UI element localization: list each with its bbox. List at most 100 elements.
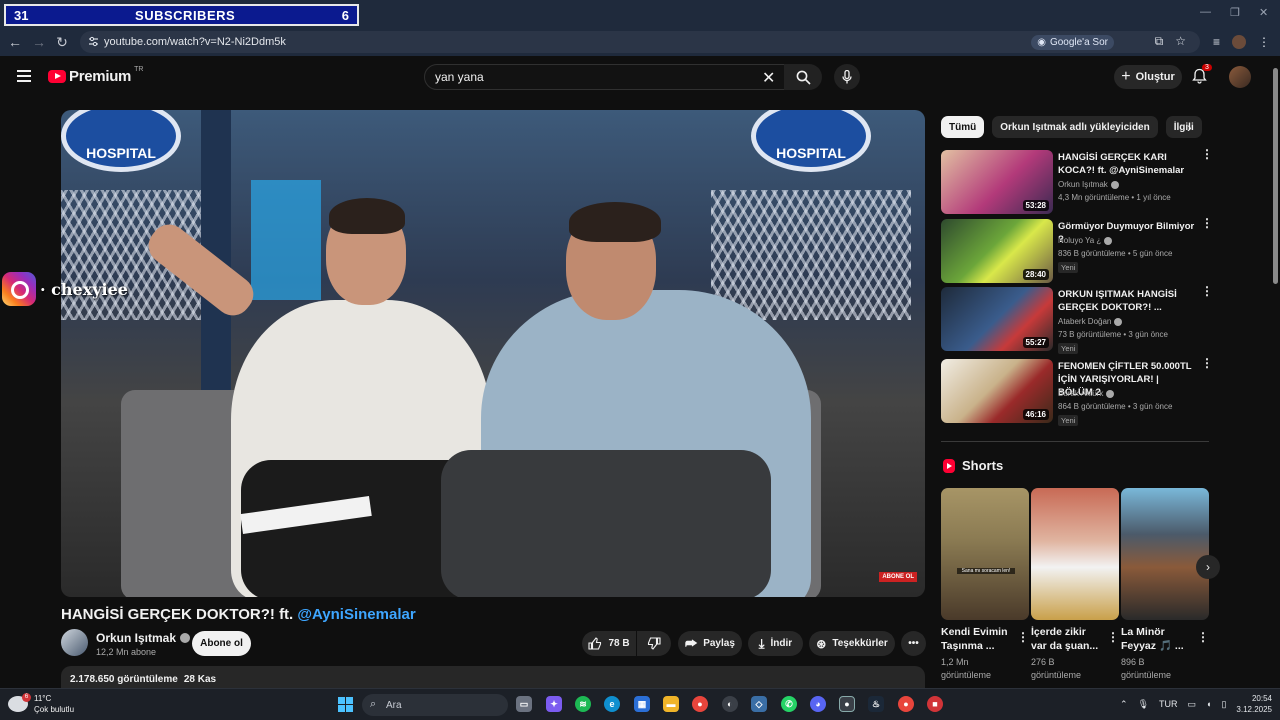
chrome-active-icon[interactable]: ● xyxy=(839,696,855,712)
google-ask-button[interactable]: ◉ Google'a Sor xyxy=(1031,35,1114,50)
scrollbar-thumb[interactable] xyxy=(1273,68,1278,284)
voice-search-button[interactable] xyxy=(834,64,860,90)
youtube-premium-logo[interactable]: Premium TR xyxy=(48,66,143,85)
language-indicator[interactable]: TUR xyxy=(1159,699,1178,709)
more-horizontal-icon: ••• xyxy=(908,638,919,649)
chevron-right-icon[interactable]: › xyxy=(1187,119,1192,135)
kebab-menu-icon[interactable]: ⋮ xyxy=(1197,630,1209,644)
search-button[interactable] xyxy=(784,64,822,90)
steam-icon[interactable]: ♨ xyxy=(868,696,884,712)
short-title[interactable]: Kendi Evimin Taşınma ... xyxy=(941,625,1013,653)
video-title-mention-link[interactable]: @AyniSinemalar xyxy=(297,606,415,623)
kebab-menu-icon[interactable]: ⋮ xyxy=(1201,357,1213,369)
edge-icon[interactable]: e xyxy=(604,696,620,712)
shorts-next-button[interactable]: › xyxy=(1196,555,1220,579)
profile-avatar[interactable] xyxy=(1232,35,1246,49)
more-actions-button[interactable]: ••• xyxy=(901,631,926,656)
thanks-button[interactable]: ⊛ Teşekkürler xyxy=(809,631,895,656)
clear-search-icon[interactable]: ✕ xyxy=(762,68,775,88)
recommendation-channel[interactable]: Orkun Işıtmak xyxy=(1058,180,1119,189)
recorder-icon[interactable]: ■ xyxy=(927,696,943,712)
site-info-icon[interactable] xyxy=(88,36,99,47)
bookmark-star-icon[interactable]: ☆ xyxy=(1175,34,1186,49)
short-item[interactable]: La Minör Feyyaz 🎵 ... 896 B görüntüleme … xyxy=(1121,488,1209,682)
page-scrollbar[interactable] xyxy=(1270,56,1280,688)
whatsapp-icon[interactable]: ✆ xyxy=(781,696,797,712)
channel-avatar[interactable] xyxy=(61,629,88,656)
channel-name[interactable]: Orkun Işıtmak xyxy=(96,631,176,645)
recommendation-channel[interactable]: Burak Aktürk xyxy=(1058,389,1115,398)
spotify-icon[interactable]: ≋ xyxy=(575,696,591,712)
volume-icon[interactable]: ◖ xyxy=(1206,699,1211,709)
url-field[interactable]: youtube.com/watch?v=N2-Ni2Ddm5k ◉ Google'… xyxy=(80,31,1200,53)
short-thumbnail[interactable] xyxy=(1031,488,1119,620)
recommendation-item[interactable]: 53:28 HANGİSİ GERÇEK KARI KOCA?! ft. @Ay… xyxy=(941,148,1213,214)
clock[interactable]: 20:54 3.12.2025 xyxy=(1236,693,1272,715)
kebab-menu-icon[interactable]: ⋮ xyxy=(1017,630,1029,644)
reload-icon[interactable]: ↻ xyxy=(50,34,74,51)
recommendation-thumbnail[interactable]: 55:27 xyxy=(941,287,1053,351)
battery-icon[interactable]: ▯ xyxy=(1221,699,1226,710)
short-item[interactable]: İçerde zikir var da şuan... 276 B görünt… xyxy=(1031,488,1119,682)
microphone-tray-icon[interactable]: 🎙︎ xyxy=(1138,699,1149,710)
recommendation-item[interactable]: 46:16 FENOMEN ÇİFTLER 50.000TL İÇİN YARI… xyxy=(941,357,1213,426)
short-thumbnail[interactable]: Sana mı soracam len! xyxy=(941,488,1029,620)
network-icon[interactable]: ▭ xyxy=(1188,699,1197,710)
chip-all[interactable]: Tümü xyxy=(941,116,985,138)
discord-icon[interactable]: ◕ xyxy=(810,696,826,712)
channel-name-row[interactable]: Orkun Işıtmak xyxy=(96,631,191,645)
short-thumbnail[interactable] xyxy=(1121,488,1209,620)
recommendation-channel[interactable]: Noluyo Ya ¿ xyxy=(1058,236,1113,245)
minimize-icon[interactable]: — xyxy=(1200,6,1211,18)
search-input[interactable]: yan yana xyxy=(424,64,786,90)
chevron-up-icon[interactable]: ⌃ xyxy=(1120,699,1128,710)
share-button[interactable]: ⮫ Paylaş xyxy=(678,631,742,656)
short-item[interactable]: Sana mı soracam len! Kendi Evimin Taşınm… xyxy=(941,488,1029,682)
dislike-button[interactable] xyxy=(637,631,671,656)
install-icon[interactable]: ⧉ xyxy=(1155,34,1164,49)
create-button[interactable]: + Oluştur xyxy=(1114,65,1182,89)
copilot-icon[interactable]: ✦ xyxy=(546,696,562,712)
kebab-menu-icon[interactable]: ⋮ xyxy=(1201,285,1213,297)
like-button[interactable]: 78 B xyxy=(582,631,636,656)
restore-icon[interactable]: ❐ xyxy=(1230,6,1240,19)
close-window-icon[interactable]: ✕ xyxy=(1259,6,1268,19)
app-icon[interactable]: ◇ xyxy=(751,696,767,712)
store-icon[interactable]: ▦ xyxy=(634,696,650,712)
recommendation-thumbnail[interactable]: 46:16 xyxy=(941,359,1053,423)
video-player[interactable]: HOSPITAL HOSPITAL ABONE OL xyxy=(61,110,925,597)
short-title[interactable]: İçerde zikir var da şuan... xyxy=(1031,625,1103,653)
obs-icon[interactable]: ◐ xyxy=(722,696,738,712)
notifications-button[interactable]: 3 xyxy=(1192,64,1212,89)
chrome-icon[interactable]: ● xyxy=(692,696,708,712)
chrome-profile-icon[interactable]: ● xyxy=(898,696,914,712)
recommendation-title[interactable]: HANGİSİ GERÇEK KARI KOCA?! ft. @AyniSine… xyxy=(1058,151,1196,177)
recommendation-thumbnail[interactable]: 53:28 xyxy=(941,150,1053,214)
recommendation-item[interactable]: 28:40 Görmüyor Duymuyor Bilmiyor ? Noluy… xyxy=(941,217,1213,283)
reading-list-icon[interactable]: ≡ xyxy=(1213,35,1220,49)
forward-icon[interactable]: → xyxy=(27,34,51,50)
kebab-menu-icon[interactable]: ⋮ xyxy=(1107,630,1119,644)
taskbar-search[interactable]: ⌕ Ara xyxy=(362,694,508,716)
recommendation-item[interactable]: 55:27 ORKUN IŞITMAK HANGİSİ GERÇEK DOKTO… xyxy=(941,285,1213,354)
weather-widget[interactable]: 6 11°C Çok bulutlu xyxy=(8,693,74,715)
account-avatar[interactable] xyxy=(1229,66,1251,88)
hamburger-menu-icon[interactable] xyxy=(17,70,31,85)
share-icon: ⮫ xyxy=(685,635,698,651)
download-button[interactable]: ⤓ İndir xyxy=(748,631,803,656)
chip-related[interactable]: İlgili xyxy=(1165,116,1202,138)
back-icon[interactable]: ← xyxy=(3,34,27,50)
kebab-menu-icon[interactable]: ⋮ xyxy=(1201,217,1213,229)
recommendation-title[interactable]: ORKUN IŞITMAK HANGİSİ GERÇEK DOKTOR?! ..… xyxy=(1058,288,1196,314)
description-box[interactable]: 2.178.650 görüntüleme 28 Kas xyxy=(61,666,925,690)
chip-from-uploader[interactable]: Orkun Işıtmak adlı yükleyiciden xyxy=(992,116,1158,138)
short-title[interactable]: La Minör Feyyaz 🎵 ... xyxy=(1121,625,1193,653)
recommendation-thumbnail[interactable]: 28:40 xyxy=(941,219,1053,283)
menu-dots-icon[interactable]: ⋮ xyxy=(1258,35,1270,49)
kebab-menu-icon[interactable]: ⋮ xyxy=(1201,148,1213,160)
windows-start-icon[interactable] xyxy=(337,696,353,712)
subscribe-button[interactable]: Abone ol xyxy=(192,631,251,656)
recommendation-channel[interactable]: Ataberk Doğan xyxy=(1058,317,1123,326)
task-view-icon[interactable]: ▭ xyxy=(516,696,532,712)
file-explorer-icon[interactable]: ▬ xyxy=(663,696,679,712)
